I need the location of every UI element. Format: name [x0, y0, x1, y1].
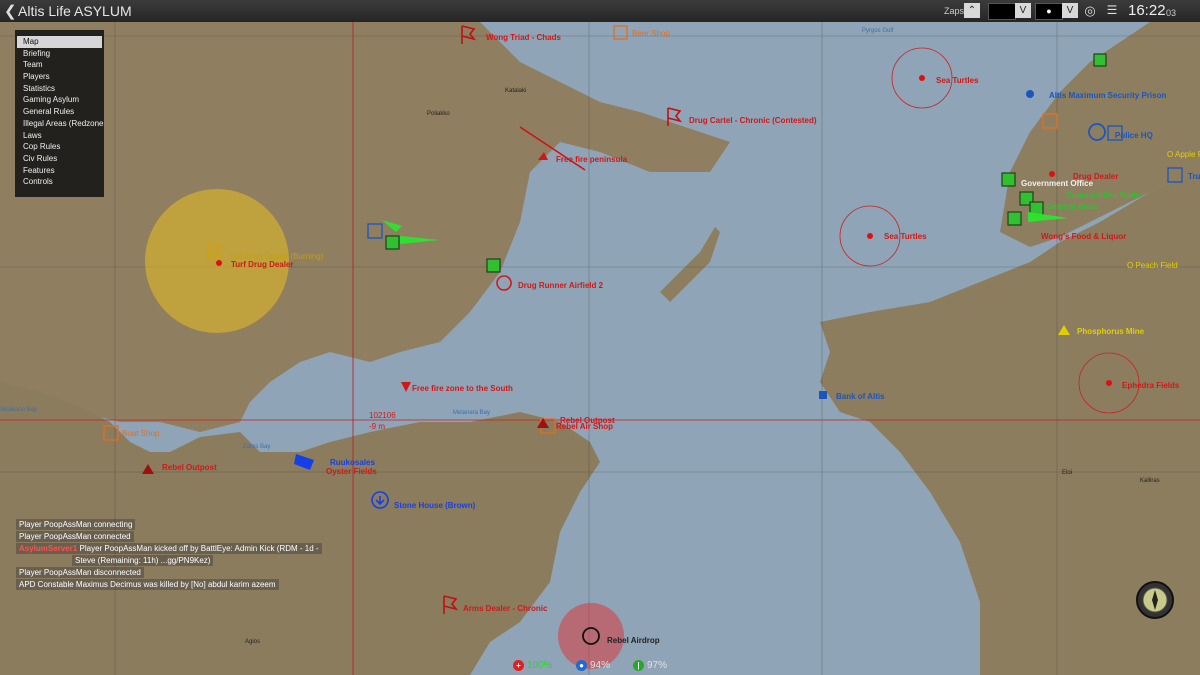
marker-truck[interactable]: Tru: [1188, 172, 1200, 181]
menu-item-laws[interactable]: Laws: [15, 130, 104, 142]
water-selakano-bay: Selakano Bay: [0, 407, 38, 413]
player-label[interactable]: Ruukosales: [330, 458, 375, 467]
menu-item-cop-rules[interactable]: Cop Rules: [15, 141, 104, 153]
menu-item-map[interactable]: Map: [17, 36, 102, 48]
clock-time: 16:22: [1128, 2, 1166, 19]
water-zaros-bay: Zaros Bay: [243, 444, 271, 450]
marker-rebel-airdrop[interactable]: Rebel Airdrop: [607, 636, 660, 645]
marker-police-hq[interactable]: Police HQ: [1115, 131, 1153, 140]
menu-item-statistics[interactable]: Statistics: [15, 83, 104, 95]
menu-item-general-rules[interactable]: General Rules: [15, 106, 104, 118]
chat-line: Player PoopAssMan disconnected: [16, 567, 144, 578]
layers-icon[interactable]: ☰: [1104, 3, 1120, 18]
marker-beer-shop[interactable]: Beer Shop: [632, 29, 670, 38]
marker-boat-shop[interactable]: Boat Shop: [122, 429, 159, 438]
cursor-elevation: -9 m: [369, 422, 385, 431]
marker-sea-turtles-1[interactable]: Sea Turtles: [936, 76, 979, 85]
marker-apple-field[interactable]: O Apple Fi: [1167, 150, 1200, 159]
chat-line: APD Constable Maximus Decimus was killed…: [16, 579, 279, 590]
bank-icon: [819, 391, 827, 399]
zaps-label: Zaps: [944, 6, 965, 16]
marker-bank-of-altis[interactable]: Bank of Altis: [836, 392, 885, 401]
town-kalliras: Kalliras: [1140, 478, 1160, 484]
marker-turf-drug-dealer[interactable]: Turf Drug Dealer: [231, 260, 294, 269]
chat-line: Player PoopAssMan connecting: [16, 519, 136, 530]
marker-altis-prison[interactable]: Altis Maximum Security Prison: [1049, 91, 1166, 100]
marker-rebel-air-shop[interactable]: Rebel Air Shop: [556, 422, 613, 431]
health-status: + 100%: [513, 660, 553, 671]
food-value: 97%: [647, 660, 668, 671]
marker-phosphorus-mine[interactable]: Phosphorus Mine: [1077, 327, 1144, 336]
chevron-down-icon[interactable]: V: [1015, 3, 1031, 18]
map-menu: Map Briefing Team Players Statistics Gam…: [15, 30, 104, 197]
menu-item-features[interactable]: Features: [15, 165, 104, 177]
chevron-up-icon[interactable]: ⌃: [964, 3, 980, 18]
gps-icon[interactable]: ◎: [1082, 3, 1098, 18]
menu-item-players[interactable]: Players: [15, 71, 104, 83]
marker-swatch[interactable]: ●: [1035, 3, 1063, 20]
menu-item-gaming-asylum[interactable]: Gaming Asylum: [15, 94, 104, 106]
health-value: 100%: [527, 660, 553, 671]
town-poliakko: Poliakko: [427, 111, 450, 117]
prison-icon: [1026, 90, 1034, 98]
marker-drug-cartel[interactable]: Drug Cartel - Chronic (Contested): [689, 116, 817, 125]
menu-item-briefing[interactable]: Briefing: [15, 48, 104, 60]
marker-wong-triad[interactable]: Wong Triad - Chads: [486, 33, 561, 42]
marker-arms-dealer[interactable]: Arms Dealer - Chronic: [463, 604, 547, 613]
menu-item-controls[interactable]: Controls: [15, 176, 104, 188]
chat-tag: AsylumServer1: [19, 544, 78, 553]
marker-government-office[interactable]: Government Office: [1021, 179, 1093, 188]
water-icon: ●: [576, 660, 587, 671]
marker-rebel-outpost-2[interactable]: Rebel Outpost: [162, 463, 217, 472]
menu-item-team[interactable]: Team: [15, 59, 104, 71]
water-melanera-bay: Melanera Bay: [453, 410, 491, 416]
cursor-grid: 102106: [369, 411, 396, 420]
water-pyrgos: Pyrgos Gulf: [862, 28, 894, 34]
chat-text: Player PoopAssMan kicked off by BattlEye…: [79, 544, 319, 553]
town-agios: Agios: [245, 639, 261, 645]
menu-item-civ-rules[interactable]: Civ Rules: [15, 153, 104, 165]
map-view[interactable]: [0, 22, 1200, 675]
marker-free-fire-peninsula[interactable]: Free fire peninsula: [556, 155, 627, 164]
window-title: Altis Life ASYLUM: [18, 3, 132, 19]
clock-seconds: 03: [1166, 8, 1177, 18]
chat-line: AsylumServer1 Player PoopAssMan kicked o…: [16, 543, 322, 554]
marker-commodities-trader[interactable]: Commodities Trader: [1066, 191, 1143, 200]
food-status: | 97%: [633, 660, 667, 671]
marker-free-fire-south[interactable]: Free fire zone to the South: [412, 384, 513, 393]
water-status: ● 94%: [576, 660, 610, 671]
marker-drug-runner[interactable]: Drug Runner Airfield 2: [518, 281, 603, 290]
marker-general-store[interactable]: General Store: [1046, 202, 1098, 211]
town-eloi: Eloi: [1062, 470, 1073, 476]
marker-peach-field[interactable]: O Peach Field: [1127, 261, 1178, 270]
chat-line: Player PoopAssMan connected: [16, 531, 134, 542]
town-kataliki: Katalaki: [505, 88, 527, 94]
marker-oyster-fields[interactable]: Oyster Fields: [326, 467, 377, 476]
back-icon[interactable]: ❮: [4, 2, 17, 20]
water-value: 94%: [590, 660, 611, 671]
marker-ephedra-fields[interactable]: Ephedra Fields: [1122, 381, 1179, 390]
top-bar: ❮ Altis Life ASYLUM Zaps ⌃ V ● V ◎ ☰ 16:…: [0, 0, 1200, 22]
marker-sea-turtles-2[interactable]: Sea Turtles: [884, 232, 927, 241]
food-icon: |: [633, 660, 644, 671]
chevron-down-icon-2[interactable]: V: [1062, 3, 1078, 18]
chat-line: Steve (Remaining: 11h) ...gg/PN9Kez): [72, 555, 214, 566]
marker-stone-house[interactable]: Stone House (Brown): [394, 501, 475, 510]
menu-item-illegal-areas[interactable]: Illegal Areas (Redzones): [15, 118, 104, 130]
color-swatch[interactable]: [988, 3, 1016, 20]
marker-wongs-food[interactable]: Wong's Food & Liquor: [1041, 232, 1126, 241]
health-icon: +: [513, 660, 524, 671]
